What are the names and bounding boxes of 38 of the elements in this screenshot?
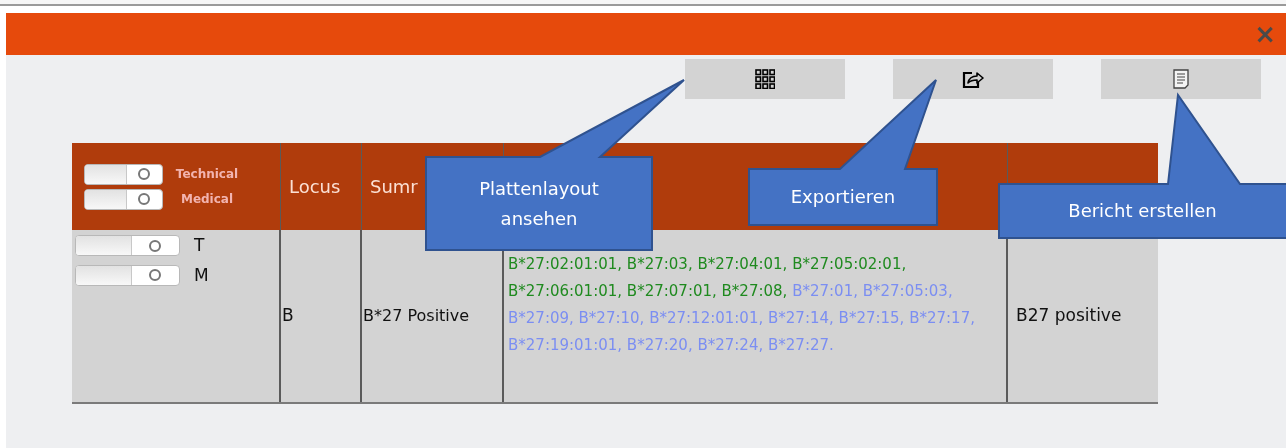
allele-code: B*27:20, (626, 336, 693, 354)
allele-code: B*27:15, (838, 309, 905, 327)
table-cell-text: B*27 Positive (362, 305, 470, 327)
allele-code: B*27:03, (626, 255, 693, 273)
callout-text: Exportieren (790, 185, 896, 209)
allele-code: B*27:14, (768, 309, 834, 327)
toggle-label: M (194, 263, 209, 287)
toggle-label: Medical (179, 191, 235, 208)
share-icon (962, 69, 984, 89)
allele-code: B*27:07:01, (626, 282, 717, 300)
allele-code: B*27:01, (792, 282, 858, 300)
allele-code: B*27:19:01:01, (508, 336, 623, 354)
toggle-switch[interactable] (75, 235, 180, 257)
allele-code: B*27:12:01:01, (649, 309, 764, 327)
toggle-label: Technical (175, 166, 239, 183)
close-button[interactable]: × (1250, 21, 1280, 47)
allele-code: B*27:02:01:01, (508, 255, 623, 273)
allele-code: B*27:09, (508, 309, 574, 327)
toggle-switch[interactable] (84, 188, 163, 210)
allele-code: B*27:08, (721, 282, 788, 300)
toggle-switch[interactable] (75, 264, 180, 286)
toggle-switch[interactable] (84, 163, 163, 185)
allele-code: B*27:05:02:01, (792, 255, 907, 273)
table-cell-text: B27 positive (1016, 304, 1122, 328)
toolbar-button[interactable] (685, 59, 845, 99)
table-cell-text: B (281, 304, 294, 328)
allele-code: B*27:10, (578, 309, 645, 327)
callout-text: Bericht erstellen (1068, 199, 1217, 223)
allele-code: B*27:06:01:01, (508, 282, 623, 300)
toggle-label: T (194, 234, 205, 257)
allele-code: B*27:17, (909, 309, 975, 327)
grid-icon (755, 69, 775, 89)
toolbar-button[interactable] (893, 59, 1053, 99)
document-icon (1173, 69, 1189, 89)
allele-code: B*27:05:03, (862, 282, 953, 300)
allele-code: B*27:27. (768, 336, 834, 354)
allele-code: B*27:04:01, (697, 255, 788, 273)
allele-code: B*27:24, (697, 336, 764, 354)
